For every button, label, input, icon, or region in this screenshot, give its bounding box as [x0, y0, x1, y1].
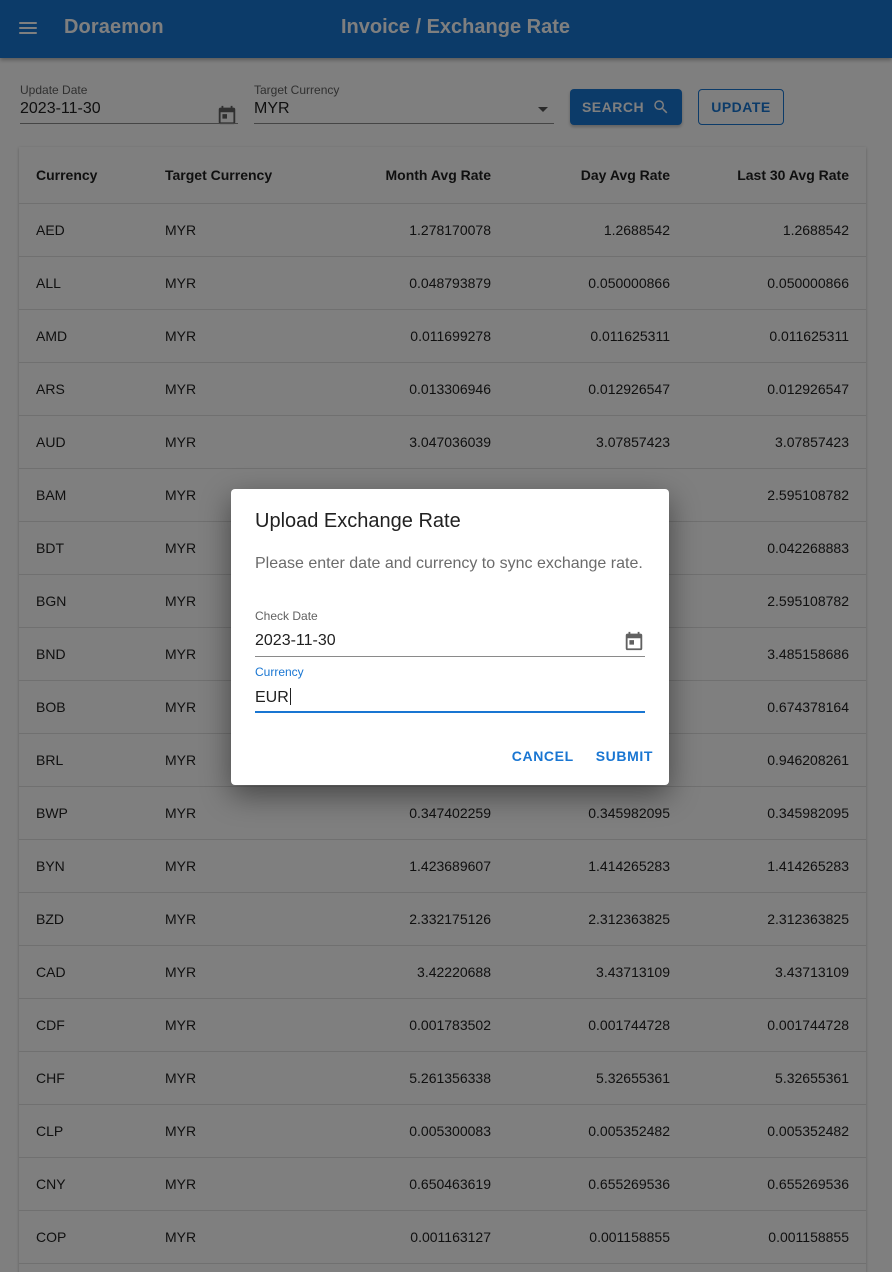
upload-exchange-rate-dialog: Upload Exchange Rate Please enter date a… [231, 489, 669, 785]
submit-button[interactable]: SUBMIT [596, 748, 653, 764]
currency-input[interactable]: EUR [255, 688, 291, 707]
currency-label: Currency [255, 665, 304, 679]
dialog-title: Upload Exchange Rate [255, 510, 461, 532]
check-date-value[interactable]: 2023-11-30 [255, 632, 336, 650]
check-date-underline [255, 656, 645, 657]
currency-underline [255, 711, 645, 713]
calendar-icon[interactable] [623, 630, 645, 652]
dialog-actions: CANCEL SUBMIT [512, 748, 653, 764]
check-date-label: Check Date [255, 609, 318, 623]
check-date-field[interactable]: Check Date 2023-11-30 [255, 609, 645, 657]
cancel-button[interactable]: CANCEL [512, 748, 574, 764]
app-root: Doraemon Invoice / Exchange Rate Update … [0, 0, 892, 1272]
text-cursor [289, 688, 291, 705]
currency-input-field[interactable]: Currency EUR [255, 665, 645, 713]
dialog-description: Please enter date and currency to sync e… [255, 555, 643, 572]
currency-input-value: EUR [255, 689, 289, 706]
